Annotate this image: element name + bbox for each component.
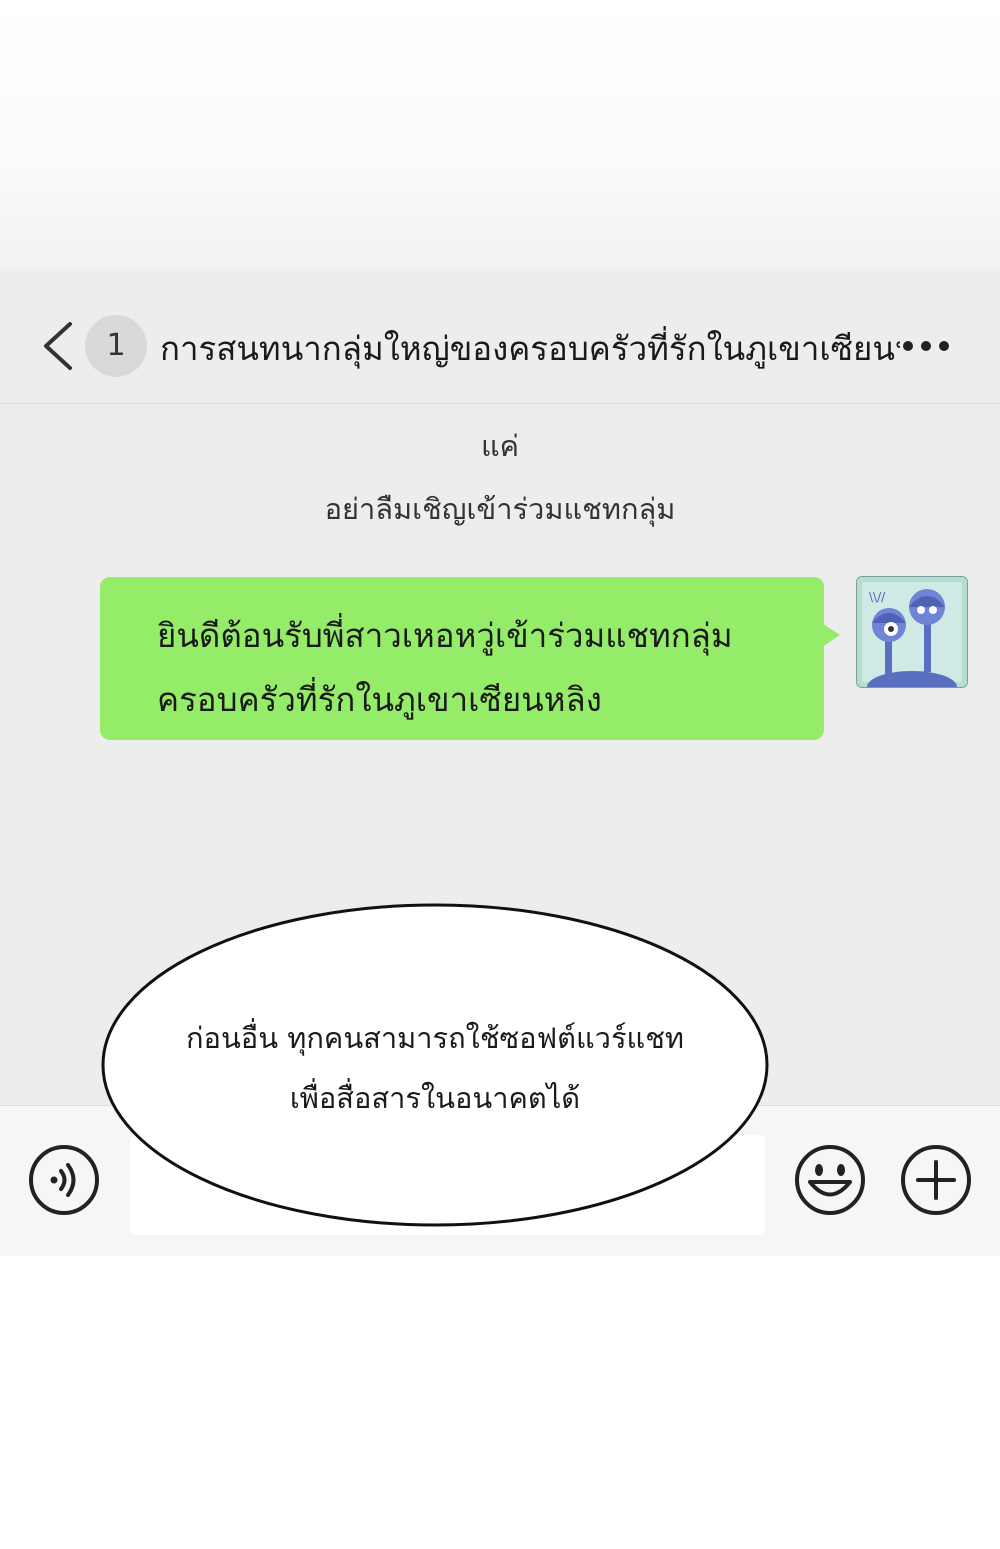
cartoon-avatar-icon: \\//	[857, 577, 967, 687]
ellipsis-icon[interactable]	[900, 336, 952, 356]
svg-text:\\//: \\//	[869, 590, 886, 604]
narration-text-line: ก่อนอื่น ทุกคนสามารถใช้ซอฟต์แวร์แชท	[185, 1021, 685, 1055]
plus-icon[interactable]	[899, 1143, 973, 1217]
top-blank-area	[0, 0, 1000, 270]
chevron-left-icon[interactable]	[38, 320, 78, 372]
system-message: อย่าลืมเชิญเข้าร่วมแชทกลุ่ม	[324, 492, 676, 526]
narration-text-line: เพื่อสื่อสารในอนาคตได้	[289, 1081, 581, 1115]
message-bubble[interactable]: ยินดีต้อนรับพี่สาวเหอหวู่เข้าร่วมแชทกลุ่…	[100, 577, 840, 740]
message-text-line: ยินดีต้อนรับพี่สาวเหอหวู่เข้าร่วมแชทกลุ่…	[157, 616, 733, 655]
chat-title: การสนทนากลุ่มใหญ่ของครอบครัวที่รักในภูเข…	[160, 329, 900, 368]
avatar[interactable]: \\//	[856, 576, 968, 688]
message-text-line: ครอบครัวที่รักในภูเขาเซียนหลิง	[157, 680, 602, 719]
voice-icon[interactable]	[27, 1143, 101, 1217]
speech-balloon	[101, 903, 769, 1227]
unread-count-badge[interactable]: 1	[85, 315, 147, 377]
smiley-icon[interactable]	[793, 1143, 867, 1217]
system-message: แค่	[480, 429, 520, 463]
